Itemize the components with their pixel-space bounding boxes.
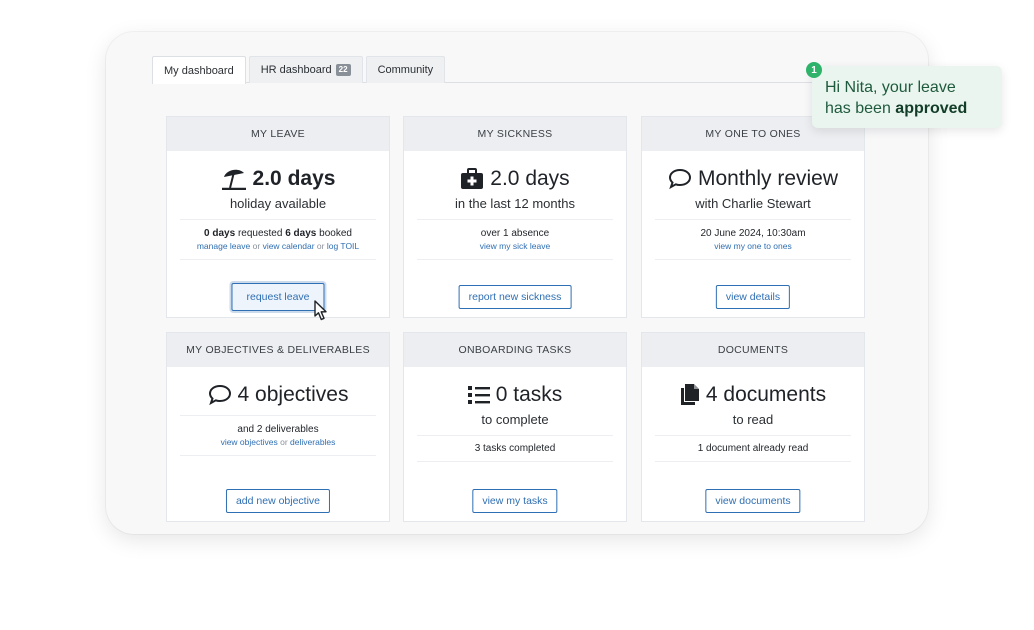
- leave-detail: 0 days requested 6 days booked: [167, 220, 389, 240]
- view-objectives-link[interactable]: view objectives: [221, 437, 278, 447]
- count-badge: 22: [335, 64, 351, 76]
- leave-days: 2.0 days: [252, 167, 336, 190]
- leave-approved-toast[interactable]: Hi Nita, your leave has been approved: [812, 66, 1002, 128]
- list-icon: [467, 385, 490, 405]
- card-my-sickness: MY SICKNESS 2.0 days in the last 12 mont…: [403, 116, 627, 318]
- one-to-one-date: 20 June 2024, 10:30am: [700, 228, 806, 239]
- documents-icon: [680, 384, 700, 406]
- or-text: or: [316, 241, 325, 251]
- card-title: ONBOARDING TASKS: [404, 333, 626, 367]
- pointer-cursor-icon: [313, 300, 329, 327]
- divider: [180, 259, 376, 260]
- one-to-one-sub: with Charlie Stewart: [695, 196, 811, 211]
- card-onboarding-tasks: ONBOARDING TASKS 0 tasks to complete 3 t…: [403, 332, 627, 522]
- documents-count: 4 documents: [705, 383, 827, 406]
- one-to-one-summary: Monthly review: [642, 151, 864, 191]
- objectives-links: view objectives or deliverables: [167, 436, 389, 449]
- add-objective-button[interactable]: add new objective: [225, 489, 331, 513]
- booked-label: booked: [319, 228, 352, 239]
- toast-line-2: has been approved: [825, 98, 1002, 119]
- deliverables-link[interactable]: deliverables: [290, 437, 335, 447]
- view-documents-button[interactable]: view documents: [705, 489, 801, 513]
- divider: [417, 259, 613, 260]
- divider: [655, 461, 851, 462]
- card-title: DOCUMENTS: [642, 333, 864, 367]
- tasks-sub: to complete: [481, 412, 549, 427]
- sickness-sub: in the last 12 months: [455, 196, 575, 211]
- report-sickness-button[interactable]: report new sickness: [458, 285, 572, 309]
- beach-umbrella-icon: [221, 168, 247, 190]
- or-text: or: [252, 241, 261, 251]
- card-title: MY SICKNESS: [404, 117, 626, 151]
- tab-bar: My dashboard HR dashboard 22 Community: [152, 56, 864, 84]
- card-documents: DOCUMENTS 4 documents to read 1 document…: [641, 332, 865, 522]
- tab-community[interactable]: Community: [365, 56, 446, 83]
- tasks-summary: 0 tasks: [404, 367, 626, 407]
- toast-line-1: Hi Nita, your leave: [825, 79, 956, 96]
- or-text: or: [280, 437, 288, 447]
- requested-label: requested: [237, 228, 283, 239]
- deliverables-detail: and 2 deliverables: [237, 424, 319, 435]
- sickness-links: view my sick leave: [404, 240, 626, 253]
- leave-links: manage leave or view calendar or log TOI…: [167, 240, 389, 253]
- card-my-leave: MY LEAVE 2.0 days holiday available 0 da…: [166, 116, 390, 318]
- card-my-objectives: MY OBJECTIVES & DELIVERABLES 4 objective…: [166, 332, 390, 522]
- documents-read: 1 document already read: [697, 443, 809, 454]
- tasks-count: 0 tasks: [495, 383, 563, 406]
- divider: [180, 455, 376, 456]
- objectives-summary: 4 objectives: [167, 367, 389, 407]
- sickness-detail: over 1 absence: [480, 228, 550, 239]
- toast-status: approved: [895, 100, 968, 117]
- tab-my-dashboard[interactable]: My dashboard: [152, 56, 246, 84]
- manage-leave-link[interactable]: manage leave: [197, 241, 250, 251]
- speech-bubble-icon: [208, 384, 232, 406]
- view-calendar-link[interactable]: view calendar: [263, 241, 315, 251]
- tab-hr-dashboard[interactable]: HR dashboard 22: [248, 56, 363, 83]
- booked-days: 6 days: [285, 228, 317, 239]
- toast-prefix: has been: [825, 100, 891, 117]
- sickness-summary: 2.0 days: [404, 151, 626, 191]
- notification-count-badge: 1: [806, 62, 822, 78]
- divider: [417, 461, 613, 462]
- card-my-one-to-ones: MY ONE TO ONES Monthly review with Charl…: [641, 116, 865, 318]
- log-toil-link[interactable]: log TOIL: [327, 241, 359, 251]
- requested-days: 0 days: [204, 228, 236, 239]
- tab-label: My dashboard: [164, 64, 234, 77]
- tab-label: Community: [377, 64, 434, 76]
- sickness-days: 2.0 days: [490, 167, 570, 190]
- leave-sub: holiday available: [229, 196, 327, 211]
- medical-kit-icon: [460, 168, 484, 190]
- divider: [655, 259, 851, 260]
- speech-bubble-icon: [668, 168, 692, 190]
- request-leave-button[interactable]: request leave: [231, 283, 325, 311]
- tasks-completed: 3 tasks completed: [474, 443, 556, 454]
- documents-summary: 4 documents: [642, 367, 864, 407]
- tab-label: HR dashboard: [260, 64, 332, 76]
- view-one-to-ones-link[interactable]: view my one to ones: [714, 241, 791, 251]
- card-title: MY LEAVE: [167, 117, 389, 151]
- view-tasks-button[interactable]: view my tasks: [472, 489, 558, 513]
- view-details-button[interactable]: view details: [715, 285, 791, 309]
- view-sick-leave-link[interactable]: view my sick leave: [480, 241, 550, 251]
- one-to-one-links: view my one to ones: [642, 240, 864, 253]
- documents-sub: to read: [732, 412, 774, 427]
- card-title: MY OBJECTIVES & DELIVERABLES: [167, 333, 389, 367]
- one-to-one-title: Monthly review: [697, 167, 839, 190]
- objectives-count: 4 objectives: [237, 383, 349, 406]
- leave-summary: 2.0 days: [167, 151, 389, 191]
